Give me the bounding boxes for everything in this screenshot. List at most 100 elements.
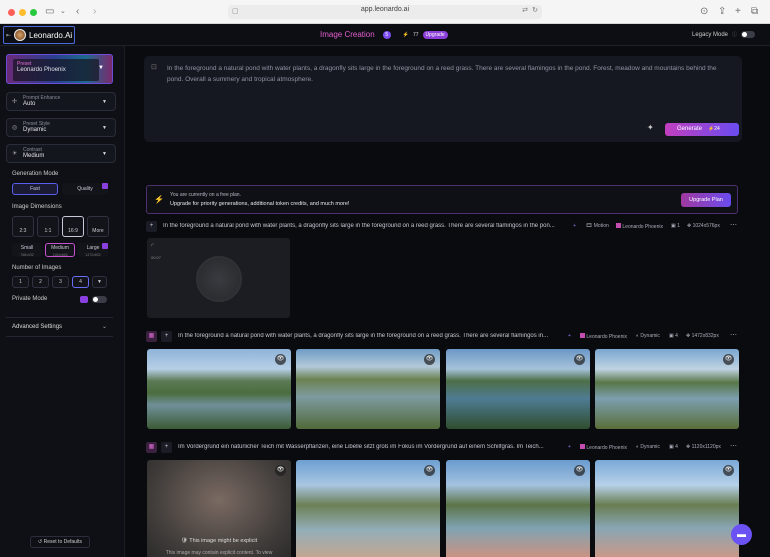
tag-count-label: 4 [675, 444, 678, 450]
add-icon[interactable]: + [568, 444, 571, 450]
share-icon[interactable]: ⇪ [718, 5, 726, 19]
generate-button[interactable]: Generate ⚡24 [665, 123, 739, 136]
tag-count: ▣ 4 [669, 444, 678, 450]
forward-arrow-icon[interactable]: › [93, 5, 96, 19]
upgrade-badge[interactable]: Upgrade [422, 30, 448, 39]
images-3-button[interactable]: 3 [52, 276, 69, 288]
add-icon[interactable]: + [568, 333, 571, 339]
add-icon[interactable]: + [146, 221, 157, 232]
preset-style-select[interactable]: ◎ Preset Style Dynamic ▼ [6, 118, 116, 137]
upgrade-plan-button[interactable]: Upgrade Plan [681, 193, 731, 207]
advanced-settings-label: Advanced Settings [12, 324, 63, 330]
address-bar[interactable]: ▢ app.leonardo.ai ⇄ ↻ [228, 5, 542, 19]
new-tab-icon[interactable]: + [735, 5, 741, 19]
preset-selector[interactable]: Preset Leonardo Phoenix ▼ [6, 54, 113, 84]
chat-support-button[interactable]: ▬ [731, 524, 752, 545]
prompt-box[interactable]: ⊡ In the foreground a natural pond with … [144, 56, 742, 142]
generated-image[interactable]: 👁 [595, 349, 739, 429]
translate-icon[interactable]: ⇄ [522, 6, 528, 14]
tab-overview-icon[interactable]: ⧉ [751, 5, 758, 19]
minimize-window-button[interactable] [19, 9, 26, 16]
tag-count: ▣ 4 [669, 333, 678, 339]
tag-style: ◐ Dynamic [636, 444, 660, 450]
more-options-icon[interactable]: ⋯ [730, 221, 737, 229]
download-icon[interactable]: ⊙ [700, 5, 708, 19]
prompt-text[interactable]: In the foreground a natural pond with wa… [167, 64, 727, 85]
back-arrow-icon[interactable]: ‹ [76, 5, 79, 19]
app-header: ⇤ Leonardo.Ai Image Creation 5 ⚡ 77 Upgr… [0, 24, 770, 46]
eye-icon[interactable]: 👁 [574, 354, 585, 365]
images-4-button[interactable]: 4 [72, 276, 89, 288]
number-of-images-label: Number of Images [12, 265, 62, 271]
size-small-button[interactable]: Small 768x432 [12, 243, 42, 257]
more-options-icon[interactable]: ⋯ [730, 331, 737, 339]
more-images-dropdown[interactable]: ▼ [92, 276, 107, 288]
explicit-warning-text: This image may contain explicit content.… [165, 550, 273, 556]
tag-count-label: 1 [677, 223, 680, 229]
tag-style-label: Dynamic [640, 444, 660, 450]
eye-icon[interactable]: 👁 [275, 354, 286, 365]
generation-prompt[interactable]: Im Vordergrund ein natürlicher Teich mit… [178, 444, 558, 450]
eye-icon[interactable]: 👁 [275, 465, 286, 476]
generation-prompt[interactable]: In the foreground a natural pond with wa… [178, 333, 558, 339]
ratio-more-button[interactable]: More [87, 216, 109, 237]
prompt-enhance-select[interactable]: ✢ Prompt Enhance Auto ▼ [6, 92, 116, 111]
sparkle-icon: ✢ [12, 99, 18, 105]
pending-image: ◜ 00:07 [147, 238, 290, 318]
reset-defaults-button[interactable]: ↺ Reset to Defaults [30, 536, 90, 548]
size-small-label: Small [20, 245, 34, 251]
fast-mode-button[interactable]: Fast [12, 183, 58, 195]
eye-icon[interactable]: 👁 [424, 465, 435, 476]
reload-icon[interactable]: ↻ [532, 6, 538, 14]
generated-image[interactable]: 👁 [446, 349, 590, 429]
generated-image[interactable]: 👁 [446, 460, 590, 557]
tag-model: Leonardo Phoenix [580, 444, 627, 451]
size-medium-button[interactable]: Medium 1184x666 [45, 243, 75, 257]
eye-icon[interactable]: 👁 [424, 354, 435, 365]
sidebar-toggle-icon[interactable]: ▭ [45, 5, 54, 19]
generation-header: ▦ + In the foreground a natural pond wit… [146, 330, 742, 344]
images-2-button[interactable]: 2 [32, 276, 49, 288]
url-text: app.leonardo.ai [360, 6, 410, 13]
magic-icon[interactable]: ✦ [647, 123, 654, 132]
token-count: 77 [412, 31, 419, 38]
tag-model-label: Leonardo Phoenix [622, 224, 663, 230]
legacy-mode-toggle[interactable] [741, 31, 756, 38]
ratio-2-3-button[interactable]: 2:3 [12, 216, 34, 237]
leonardo-placeholder-logo [196, 256, 242, 302]
generated-image[interactable]: 👁 [147, 349, 291, 429]
add-icon[interactable]: + [161, 331, 172, 342]
premium-badge [102, 183, 108, 189]
zoom-window-button[interactable] [30, 9, 37, 16]
upgrade-banner: ⚡ You are currently on a free plan. Upgr… [146, 185, 738, 214]
contrast-select[interactable]: ☀ Contrast Medium ▼ [6, 144, 116, 163]
more-options-icon[interactable]: ⋯ [730, 442, 737, 450]
private-mode-toggle[interactable] [92, 296, 107, 303]
tag-count: ▣ 1 [671, 223, 680, 229]
add-icon[interactable]: + [573, 223, 576, 229]
generation-prompt[interactable]: In the foreground a natural pond with wa… [163, 223, 559, 229]
banner-line2: Upgrade for priority generations, additi… [170, 201, 350, 207]
image-upload-icon[interactable]: ⊡ [151, 63, 157, 71]
generated-image[interactable]: 👁 [595, 460, 739, 557]
generated-image[interactable]: 👁 [296, 349, 440, 429]
ratio-16-9-button[interactable]: 16:9 [62, 216, 84, 237]
blurred-explicit-image[interactable]: 👁 🛡 This image might be explicit This im… [147, 460, 291, 557]
avatar [14, 29, 27, 41]
eye-icon[interactable]: 👁 [723, 354, 734, 365]
brand-name: Leonardo.Ai [29, 30, 73, 40]
size-medium-label: Medium [51, 245, 69, 251]
chevron-down-icon[interactable]: ⌄ [60, 5, 66, 19]
eye-icon[interactable]: 👁 [574, 465, 585, 476]
add-icon[interactable]: + [161, 442, 172, 453]
brand-logo[interactable]: ⇤ Leonardo.Ai [3, 26, 75, 44]
generated-image[interactable]: 👁 [296, 460, 440, 557]
advanced-settings-toggle[interactable]: Advanced Settings ⌄ [6, 317, 113, 337]
model-icon [580, 444, 585, 449]
close-window-button[interactable] [8, 9, 15, 16]
eye-icon[interactable]: 👁 [723, 465, 734, 476]
main-content: ⊡ In the foreground a natural pond with … [126, 46, 770, 557]
images-1-button[interactable]: 1 [12, 276, 29, 288]
ratio-1-1-button[interactable]: 1:1 [37, 216, 59, 237]
back-icon: ⇤ [6, 32, 12, 39]
